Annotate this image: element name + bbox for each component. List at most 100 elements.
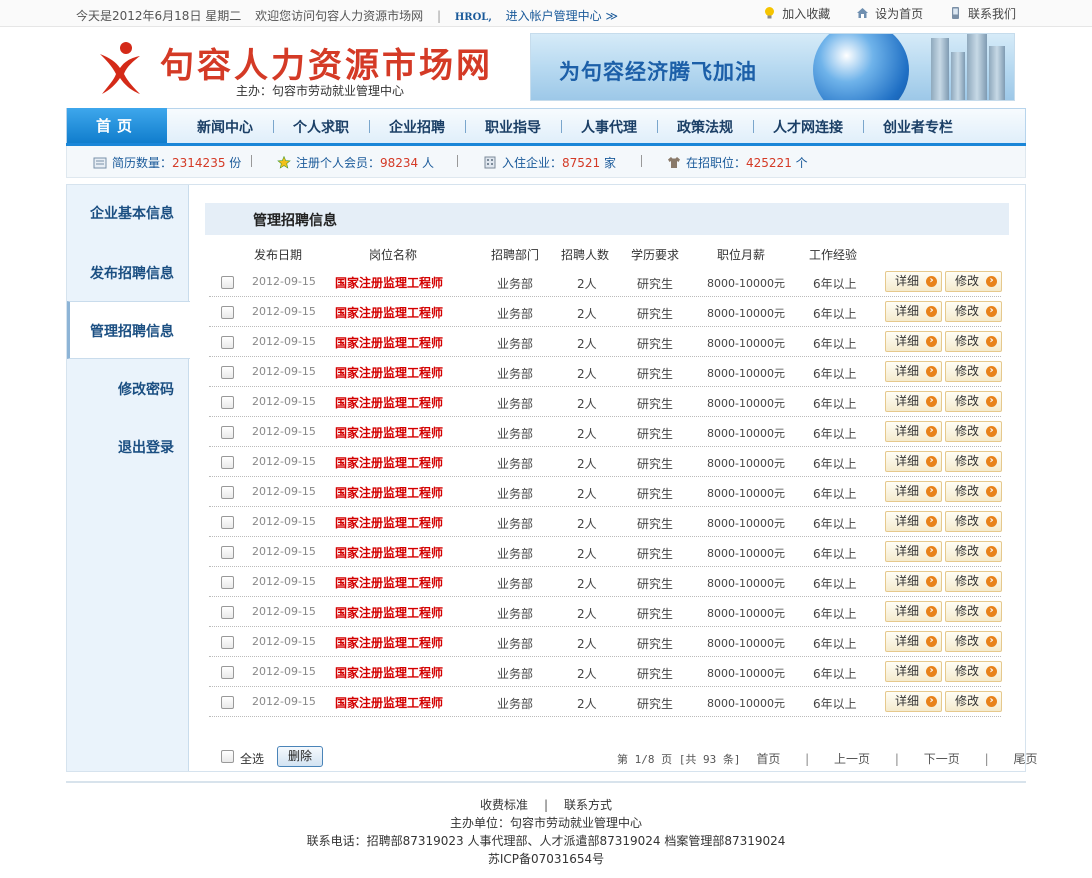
- job-title-link[interactable]: 国家注册监理工程师: [335, 394, 443, 411]
- edit-button[interactable]: 修改: [945, 661, 1003, 682]
- pager-divider: |: [894, 752, 899, 766]
- detail-button[interactable]: 详细: [885, 511, 943, 532]
- row-checkbox[interactable]: [221, 606, 234, 619]
- row-checkbox[interactable]: [221, 666, 234, 679]
- account-center-link[interactable]: 进入帐户管理中心 ≫: [506, 9, 618, 23]
- edit-button[interactable]: 修改: [945, 451, 1003, 472]
- edit-button[interactable]: 修改: [945, 421, 1003, 442]
- edit-button[interactable]: 修改: [945, 631, 1003, 652]
- edit-button[interactable]: 修改: [945, 271, 1003, 292]
- detail-button[interactable]: 详细: [885, 331, 943, 352]
- edit-button[interactable]: 修改: [945, 331, 1003, 352]
- job-title-link[interactable]: 国家注册监理工程师: [335, 454, 443, 471]
- job-title-link[interactable]: 国家注册监理工程师: [335, 514, 443, 531]
- nav-item-recruitment[interactable]: 企业招聘: [369, 117, 465, 137]
- contact-us-link[interactable]: 联系我们: [949, 5, 1016, 22]
- nav-item-entrepreneurs[interactable]: 创业者专栏: [863, 117, 973, 137]
- row-checkbox[interactable]: [221, 306, 234, 319]
- stat-resumes-unit: 份: [225, 156, 242, 170]
- nav-item-policies[interactable]: 政策法规: [657, 117, 753, 137]
- job-date: 2012-09-15: [252, 275, 316, 288]
- job-title-link[interactable]: 国家注册监理工程师: [335, 334, 443, 351]
- detail-button[interactable]: 详细: [885, 571, 943, 592]
- edit-button[interactable]: 修改: [945, 481, 1003, 502]
- row-checkbox[interactable]: [221, 426, 234, 439]
- row-checkbox[interactable]: [221, 366, 234, 379]
- stats-bar: 简历数量：2314235 份 注册个人会员：98234 人 入住企业：87521…: [66, 146, 1026, 178]
- job-date: 2012-09-15: [252, 575, 316, 588]
- detail-button[interactable]: 详细: [885, 391, 943, 412]
- job-title-link[interactable]: 国家注册监理工程师: [335, 694, 443, 711]
- job-title-link[interactable]: 国家注册监理工程师: [335, 274, 443, 291]
- row-checkbox[interactable]: [221, 696, 234, 709]
- detail-button[interactable]: 详细: [885, 451, 943, 472]
- job-title-link[interactable]: 国家注册监理工程师: [335, 364, 443, 381]
- detail-button[interactable]: 详细: [885, 421, 943, 442]
- job-dept: 业务部: [497, 547, 534, 561]
- edit-button[interactable]: 修改: [945, 361, 1003, 382]
- job-title-link[interactable]: 国家注册监理工程师: [335, 544, 443, 561]
- job-title-link[interactable]: 国家注册监理工程师: [335, 304, 443, 321]
- nav-item-talent-links[interactable]: 人才网连接: [753, 117, 863, 137]
- sidebar-item-company-info[interactable]: 企业基本信息: [90, 203, 174, 223]
- row-checkbox[interactable]: [221, 576, 234, 589]
- select-all-checkbox[interactable]: [221, 750, 234, 763]
- job-title-link[interactable]: 国家注册监理工程师: [335, 574, 443, 591]
- row-checkbox[interactable]: [221, 636, 234, 649]
- edit-button[interactable]: 修改: [945, 541, 1003, 562]
- delete-button[interactable]: 删除: [277, 746, 324, 767]
- detail-button[interactable]: 详细: [885, 691, 943, 712]
- nav-item-news[interactable]: 新闻中心: [177, 117, 273, 137]
- sidebar-item-manage-jobs[interactable]: 管理招聘信息: [90, 321, 174, 341]
- detail-button[interactable]: 详细: [885, 271, 943, 292]
- job-title-link[interactable]: 国家注册监理工程师: [335, 604, 443, 621]
- fees-link[interactable]: 收费标准: [480, 798, 528, 812]
- nav-home[interactable]: 首页: [67, 108, 167, 144]
- first-page-link[interactable]: 首页: [756, 752, 780, 766]
- stat-divider: [457, 155, 458, 167]
- nav-item-hr-agency[interactable]: 人事代理: [561, 117, 657, 137]
- row-checkbox[interactable]: [221, 336, 234, 349]
- last-page-link[interactable]: 尾页: [1013, 752, 1037, 766]
- job-education: 研究生: [637, 637, 674, 651]
- detail-button[interactable]: 详细: [885, 631, 943, 652]
- detail-button[interactable]: 详细: [885, 541, 943, 562]
- set-home-link[interactable]: 设为首页: [856, 5, 923, 22]
- sidebar-item-change-password[interactable]: 修改密码: [118, 379, 174, 399]
- edit-button[interactable]: 修改: [945, 571, 1003, 592]
- nav-item-career-guidance[interactable]: 职业指导: [465, 117, 561, 137]
- row-checkbox[interactable]: [221, 276, 234, 289]
- detail-button[interactable]: 详细: [885, 661, 943, 682]
- next-page-link[interactable]: 下一页: [924, 752, 960, 766]
- detail-button[interactable]: 详细: [885, 601, 943, 622]
- detail-button[interactable]: 详细: [885, 361, 943, 382]
- edit-button[interactable]: 修改: [945, 301, 1003, 322]
- job-title-link[interactable]: 国家注册监理工程师: [335, 424, 443, 441]
- site-logo-icon[interactable]: [96, 40, 144, 96]
- sidebar-item-logout[interactable]: 退出登录: [118, 437, 174, 457]
- row-checkbox[interactable]: [221, 516, 234, 529]
- nav-item-job-seeking[interactable]: 个人求职: [273, 117, 369, 137]
- site-name[interactable]: 句容人力资源市场网: [160, 38, 493, 87]
- banner[interactable]: 为句容经济腾飞加油: [530, 33, 1015, 101]
- detail-button[interactable]: 详细: [885, 481, 943, 502]
- add-favorite-link[interactable]: 加入收藏: [763, 5, 830, 22]
- row-checkbox[interactable]: [221, 456, 234, 469]
- row-checkbox[interactable]: [221, 546, 234, 559]
- edit-button[interactable]: 修改: [945, 391, 1003, 412]
- edit-button[interactable]: 修改: [945, 601, 1003, 622]
- contact-link[interactable]: 联系方式: [564, 798, 612, 812]
- job-title-link[interactable]: 国家注册监理工程师: [335, 664, 443, 681]
- job-title-link[interactable]: 国家注册监理工程师: [335, 484, 443, 501]
- job-date: 2012-09-15: [252, 485, 316, 498]
- prev-page-link[interactable]: 上一页: [834, 752, 870, 766]
- edit-button[interactable]: 修改: [945, 691, 1003, 712]
- job-title-link[interactable]: 国家注册监理工程师: [335, 634, 443, 651]
- edit-button[interactable]: 修改: [945, 511, 1003, 532]
- row-checkbox[interactable]: [221, 486, 234, 499]
- footer-links: 收费标准 | 联系方式: [0, 796, 1092, 813]
- row-checkbox[interactable]: [221, 396, 234, 409]
- sidebar-item-post-job[interactable]: 发布招聘信息: [90, 263, 174, 283]
- detail-button[interactable]: 详细: [885, 301, 943, 322]
- job-count: 2人: [577, 337, 597, 351]
